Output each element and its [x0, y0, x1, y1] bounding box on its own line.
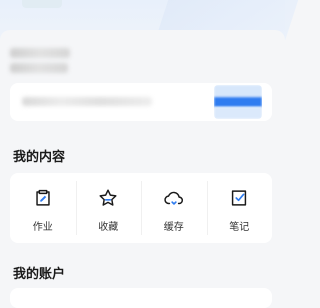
info-text-redacted	[22, 97, 152, 106]
my-account-card[interactable]	[10, 288, 272, 308]
star-icon	[99, 189, 117, 206]
grid-item-favorites[interactable]: 收藏	[75, 173, 142, 243]
grid-label-notes: 笔记	[229, 222, 250, 233]
grid-label-cache: 缓存	[163, 222, 184, 233]
user-subtitle-redacted	[10, 63, 68, 73]
top-indicator	[22, 0, 62, 8]
grid-label-favorites: 收藏	[98, 222, 119, 233]
my-account-title: 我的账户	[13, 267, 66, 282]
grid-item-homework[interactable]: 作业	[10, 173, 76, 243]
grid-item-cache[interactable]: 缓存	[141, 173, 207, 243]
info-action-button[interactable]	[214, 85, 262, 119]
my-content-grid: 作业 收藏 缓存 笔记	[10, 173, 272, 243]
username-redacted	[10, 48, 70, 58]
grid-label-homework: 作业	[32, 222, 53, 233]
note-check-icon	[232, 190, 247, 206]
info-banner-card[interactable]	[10, 83, 272, 121]
user-profile-redacted[interactable]	[10, 48, 70, 78]
homework-icon	[36, 189, 50, 206]
cloud-download-icon	[164, 191, 183, 205]
grid-item-notes[interactable]: 笔记	[206, 173, 273, 243]
my-content-title: 我的内容	[13, 150, 66, 165]
